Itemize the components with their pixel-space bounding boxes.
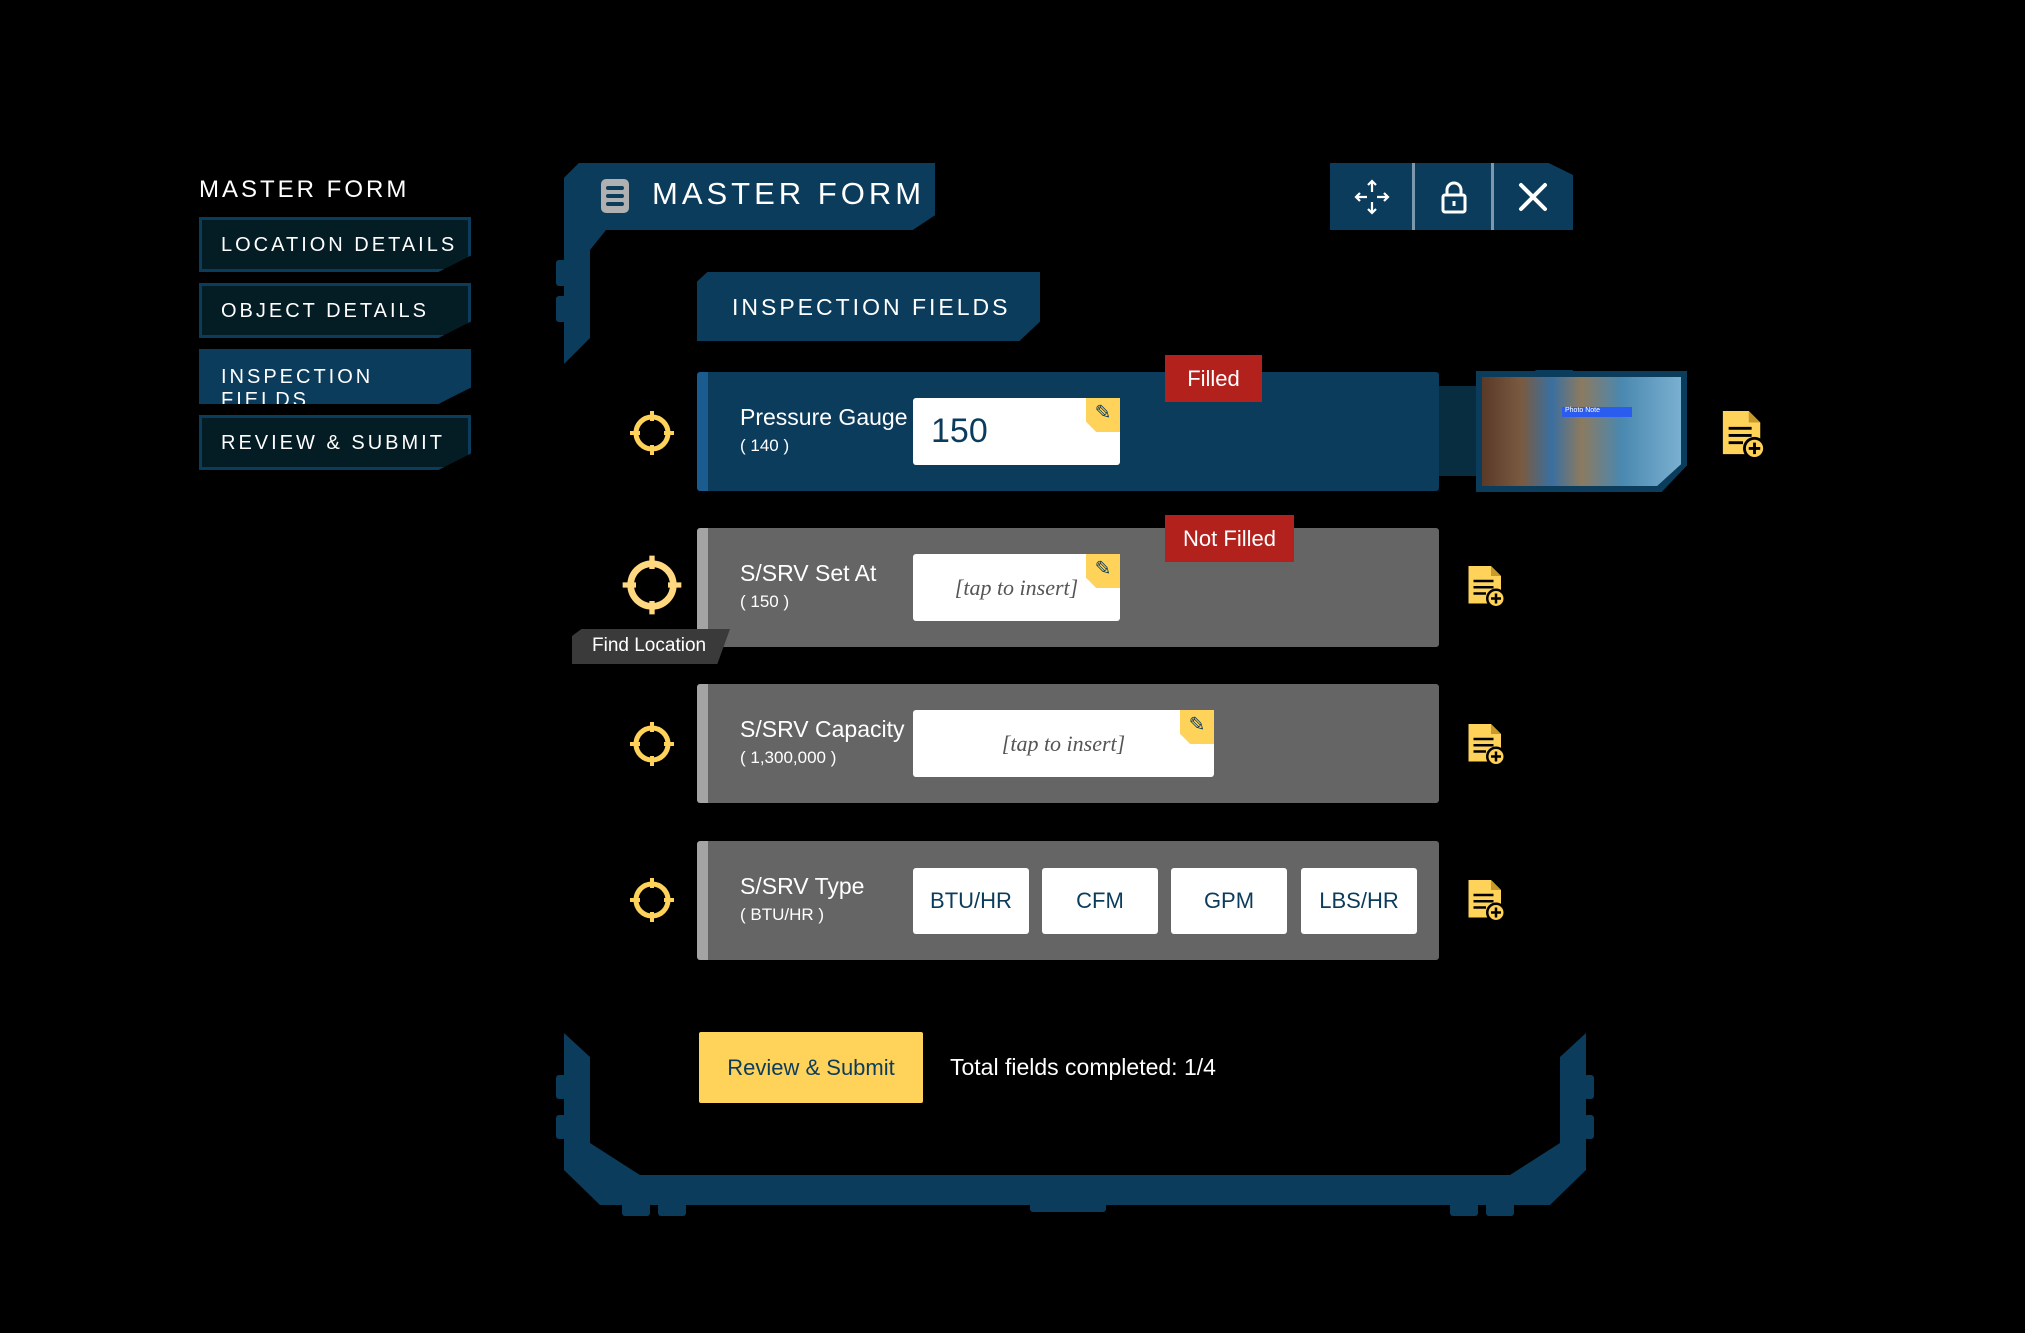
srv-set-at-input[interactable]: [tap to insert] ✎ xyxy=(913,554,1120,621)
move-icon xyxy=(1353,178,1390,215)
close-button[interactable] xyxy=(1494,163,1571,230)
srv-capacity-input[interactable]: [tap to insert] ✎ xyxy=(913,710,1214,777)
add-note-icon[interactable] xyxy=(1466,721,1506,767)
field-reference: ( 150 ) xyxy=(740,592,790,611)
move-button[interactable] xyxy=(1330,163,1413,230)
find-location-crosshair-icon[interactable] xyxy=(620,553,684,617)
sidebar-title: MASTER FORM xyxy=(199,176,410,203)
add-note-icon[interactable] xyxy=(1466,563,1506,609)
pressure-gauge-input[interactable]: 150 ✎ xyxy=(913,398,1120,465)
page-title: MASTER FORM xyxy=(652,176,926,211)
input-placeholder: [tap to insert] xyxy=(954,574,1079,600)
find-location-crosshair-icon[interactable] xyxy=(628,409,676,457)
option-gpm[interactable]: GPM xyxy=(1171,868,1287,934)
status-badge: Filled xyxy=(1165,355,1262,402)
status-badge: Not Filled xyxy=(1165,515,1294,562)
field-label: S/SRV Set At xyxy=(740,560,877,586)
lock-button[interactable] xyxy=(1415,163,1492,230)
field-row-srv-set-at: S/SRV Set At ( 150 ) [tap to insert] ✎ xyxy=(697,528,1439,647)
field-label: S/SRV Type xyxy=(740,873,865,899)
option-btu-hr[interactable]: BTU/HR xyxy=(913,868,1029,934)
form-icon xyxy=(601,179,629,213)
input-value: 150 xyxy=(931,412,988,450)
total-fields-completed: Total fields completed: 1/4 xyxy=(950,1054,1216,1080)
option-lbs-hr[interactable]: LBS/HR xyxy=(1301,868,1417,934)
pencil-icon[interactable]: ✎ xyxy=(1086,398,1120,432)
field-label: S/SRV Capacity xyxy=(740,716,905,742)
add-note-icon[interactable] xyxy=(1720,408,1766,460)
field-label: Pressure Gauge xyxy=(740,404,908,430)
photo-note-label: Photo Note xyxy=(1562,407,1632,417)
input-placeholder: [tap to insert] xyxy=(1001,730,1126,756)
section-tab: INSPECTION FIELDS xyxy=(697,272,1040,341)
pencil-icon[interactable]: ✎ xyxy=(1180,710,1214,744)
field-row-pressure-gauge: Pressure Gauge ( 140 ) 150 ✎ xyxy=(697,372,1439,491)
review-submit-button[interactable]: Review & Submit xyxy=(699,1032,923,1103)
field-row-srv-type: S/SRV Type ( BTU/HR ) BTU/HR CFM GPM LBS… xyxy=(697,841,1439,960)
field-reference: ( 140 ) xyxy=(740,436,790,455)
nav-inspection-fields[interactable]: INSPECTION FIELDS xyxy=(199,349,471,404)
pencil-icon[interactable]: ✎ xyxy=(1086,554,1120,588)
find-location-crosshair-icon[interactable] xyxy=(628,876,676,924)
option-cfm[interactable]: CFM xyxy=(1042,868,1158,934)
lock-icon xyxy=(1441,181,1466,213)
photo-connector xyxy=(1436,386,1480,476)
nav-review-submit[interactable]: REVIEW & SUBMIT xyxy=(199,415,471,470)
photo-note-thumbnail[interactable]: Photo Note xyxy=(1476,371,1687,492)
field-row-srv-capacity: S/SRV Capacity ( 1,300,000 ) [tap to ins… xyxy=(697,684,1439,803)
add-note-icon[interactable] xyxy=(1466,877,1506,923)
field-reference: ( BTU/HR ) xyxy=(740,905,825,924)
field-reference: ( 1,300,000 ) xyxy=(740,748,837,767)
find-location-crosshair-icon[interactable] xyxy=(628,720,676,768)
nav-location-details[interactable]: LOCATION DETAILS xyxy=(199,217,471,272)
nav-object-details[interactable]: OBJECT DETAILS xyxy=(199,283,471,338)
close-icon xyxy=(1518,182,1547,211)
find-location-tooltip: Find Location xyxy=(572,629,730,664)
